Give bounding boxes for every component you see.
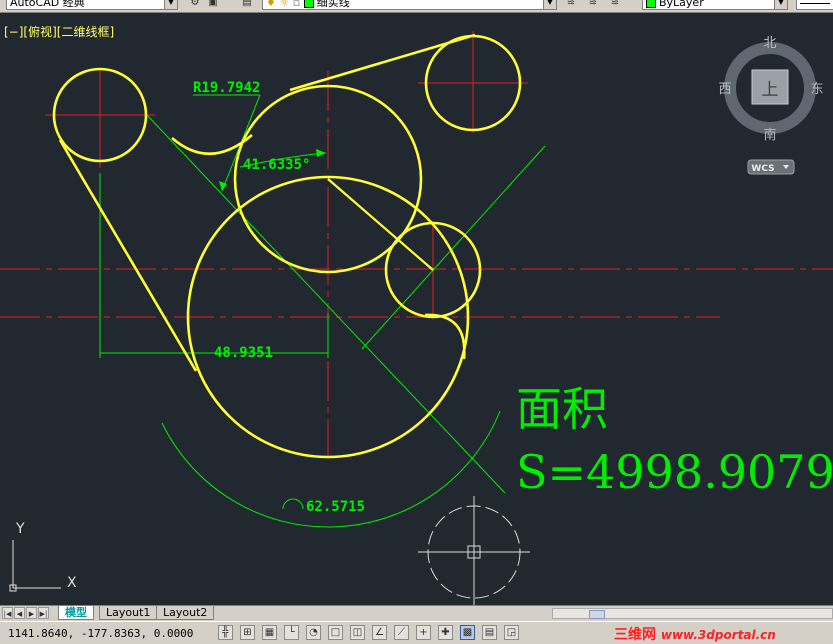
object-snap-icon[interactable]: □ [328,625,343,640]
viewcube[interactable]: 上 北 南 西 东 WCS [718,36,824,175]
selection-cycling-icon[interactable]: ◲ [504,625,519,640]
linear-dim-text: 48.9351 [214,345,273,361]
chevron-down-icon: ▼ [164,0,177,9]
make-current-layer-icon[interactable]: ≋ [564,0,578,10]
top-toolbar: AutoCAD 经典 ▼ ⚙ ▣ ▤ ♦ ☼ ▫ 细实线 ▼ ≋ ≋ ≋ ByL… [0,0,833,13]
angle-dim-text: 41.6335° [243,157,310,173]
chevron-down-icon: ▼ [774,0,787,9]
watermark: 三维网 www.3dportal.cn [614,624,776,644]
ucs-x-label: X [67,575,77,591]
area-title: 面积 [516,382,608,436]
scrollbar-thumb[interactable] [589,610,605,619]
dynamic-input-icon[interactable]: + [416,625,431,640]
ortho-mode-icon[interactable]: └ [284,625,299,640]
tab-model[interactable]: 模型 [58,606,94,620]
tab-layout2[interactable]: Layout2 [156,606,215,620]
layer-manager-icon[interactable]: ▤ [240,0,254,10]
tangent-line-left [58,139,198,372]
chevron-down-icon: ▼ [543,0,556,9]
watermark-url: www.3dportal.cn [660,628,776,642]
grid-display-icon[interactable]: ▦ [262,625,277,640]
infer-constraints-icon[interactable]: ╬ [218,625,233,640]
first-tab-icon[interactable]: |◀ [2,607,13,619]
horizontal-scrollbar[interactable] [552,608,833,619]
wcs-label: WCS [751,164,774,174]
layer-color-swatch [303,0,314,8]
angle-arrow [316,149,326,157]
next-tab-icon[interactable]: ▶ [26,607,37,619]
gear-icon[interactable]: ⚙ [188,0,202,10]
last-tab-icon[interactable]: ▶| [38,607,49,619]
sun-icon: ☼ [279,0,290,9]
fillet-arc-right [424,313,466,360]
dimension-texts: R19.7942 41.6335° 48.9351 62.5715 [193,80,365,515]
tab-layout1[interactable]: Layout1 [99,606,158,620]
lock-icon: ▫ [292,0,301,9]
radius-dim-text: R19.7942 [193,80,260,96]
area-value: S=4998.9079 [516,445,833,499]
workspace-label: AutoCAD 经典 [10,0,85,9]
drawing-viewport[interactable]: [−][俯视][二维线框] R19.7942 41.6335° 48.9351 … [0,13,833,605]
drawing-canvas[interactable]: R19.7942 41.6335° 48.9351 62.5715 上 北 南 … [0,13,833,605]
viewcube-west-label[interactable]: 西 [718,82,731,97]
match-layer-icon[interactable]: ≋ [586,0,600,10]
layer-name: 细实线 [316,0,350,9]
crosshair-cursor [418,496,530,605]
layer-dropdown[interactable]: ♦ ☼ ▫ 细实线 ▼ [262,0,557,10]
status-bar: 1141.8640, -177.8363, 0.0000 ╬ ⊞ ▦ └ ◔ □… [0,621,833,644]
object-snap-tracking-icon[interactable]: ∠ [372,625,387,640]
coordinate-readout[interactable]: 1141.8640, -177.8363, 0.0000 [8,627,193,640]
transparency-icon[interactable]: ▩ [460,625,475,640]
quick-properties-icon[interactable]: ▤ [482,625,497,640]
linetype-dropdown[interactable] [796,0,833,10]
lightbulb-icon: ♦ [266,0,276,9]
workspace-settings-icon[interactable]: ▣ [206,0,220,10]
layout-tab-bar: |◀ ◀ ▶ ▶| 模型 Layout1 Layout2 [0,605,833,621]
tangent-line-top [289,33,476,92]
polar-tracking-icon[interactable]: ◔ [306,625,321,640]
viewcube-top-label: 上 [762,80,779,100]
viewcube-south-label[interactable]: 南 [763,127,776,143]
ucs-icon [9,540,61,592]
ucs-axes [12,540,61,589]
previous-layer-icon[interactable]: ≋ [608,0,622,10]
center-lines [0,31,833,463]
linetype-preview [800,2,830,4]
3d-object-snap-icon[interactable]: ◫ [350,625,365,640]
color-dropdown[interactable]: ByLayer ▼ [642,0,788,10]
lineweight-icon[interactable]: ✚ [438,625,453,640]
watermark-text: 三维网 [614,627,656,643]
angle-dim-text-bottom: 62.5715 [306,499,365,515]
construction-line-diagonal [144,112,506,494]
snap-mode-icon[interactable]: ⊞ [240,625,255,640]
previous-tab-icon[interactable]: ◀ [14,607,25,619]
geometry [52,33,522,459]
color-swatch [646,0,656,8]
angle-dim-symbol [282,498,304,510]
ucs-y-label: Y [15,521,25,537]
viewcube-east-label[interactable]: 东 [810,82,823,97]
dimension-lines [99,94,546,528]
color-label: ByLayer [659,0,704,9]
workspace-dropdown[interactable]: AutoCAD 经典 ▼ [6,0,178,10]
viewcube-north-label[interactable]: 北 [763,36,776,51]
dynamic-ucs-icon[interactable]: ⟋ [394,625,409,640]
